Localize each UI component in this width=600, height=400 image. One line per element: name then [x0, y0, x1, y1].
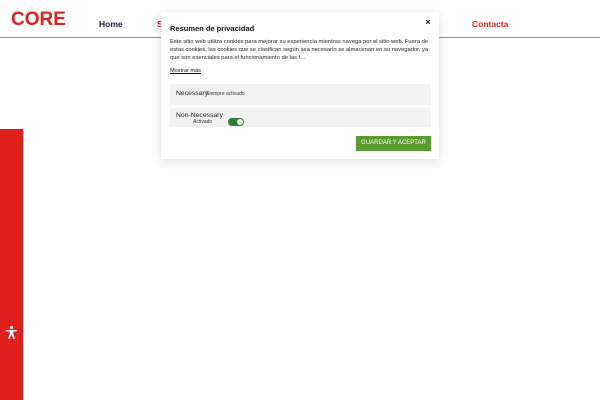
- modal-description: Este sitio web utiliza cookies para mejo…: [170, 39, 429, 62]
- privacy-modal: Resumen de privacidad × Este sitio web u…: [161, 12, 439, 159]
- non-necessary-toggle[interactable]: [228, 118, 244, 126]
- nav-home[interactable]: Home: [99, 19, 123, 29]
- accessibility-button[interactable]: [2, 323, 21, 342]
- always-active-label: Siempre activado: [206, 91, 245, 97]
- show-more-link[interactable]: Mostrar más: [170, 68, 201, 74]
- accessibility-icon: [5, 326, 18, 340]
- toggle-knob: [237, 119, 243, 125]
- save-accept-button[interactable]: GUARDAR Y ACEPTAR: [356, 136, 431, 151]
- category-non-necessary[interactable]: Non-Necessary Activado: [170, 108, 431, 127]
- toggle-label: Activado: [193, 119, 213, 125]
- close-icon[interactable]: ×: [422, 16, 434, 28]
- core-logo[interactable]: CORE: [10, 8, 66, 30]
- left-red-strip: [0, 129, 23, 400]
- category-name: Necessary: [176, 90, 209, 97]
- modal-title: Resumen de privacidad: [170, 24, 255, 33]
- category-necessary[interactable]: Necessary Siempre activado: [170, 84, 431, 105]
- nav-contact[interactable]: Contacta: [472, 19, 508, 29]
- category-name: Non-Necessary: [176, 112, 223, 119]
- logo-text: CORE: [11, 9, 66, 30]
